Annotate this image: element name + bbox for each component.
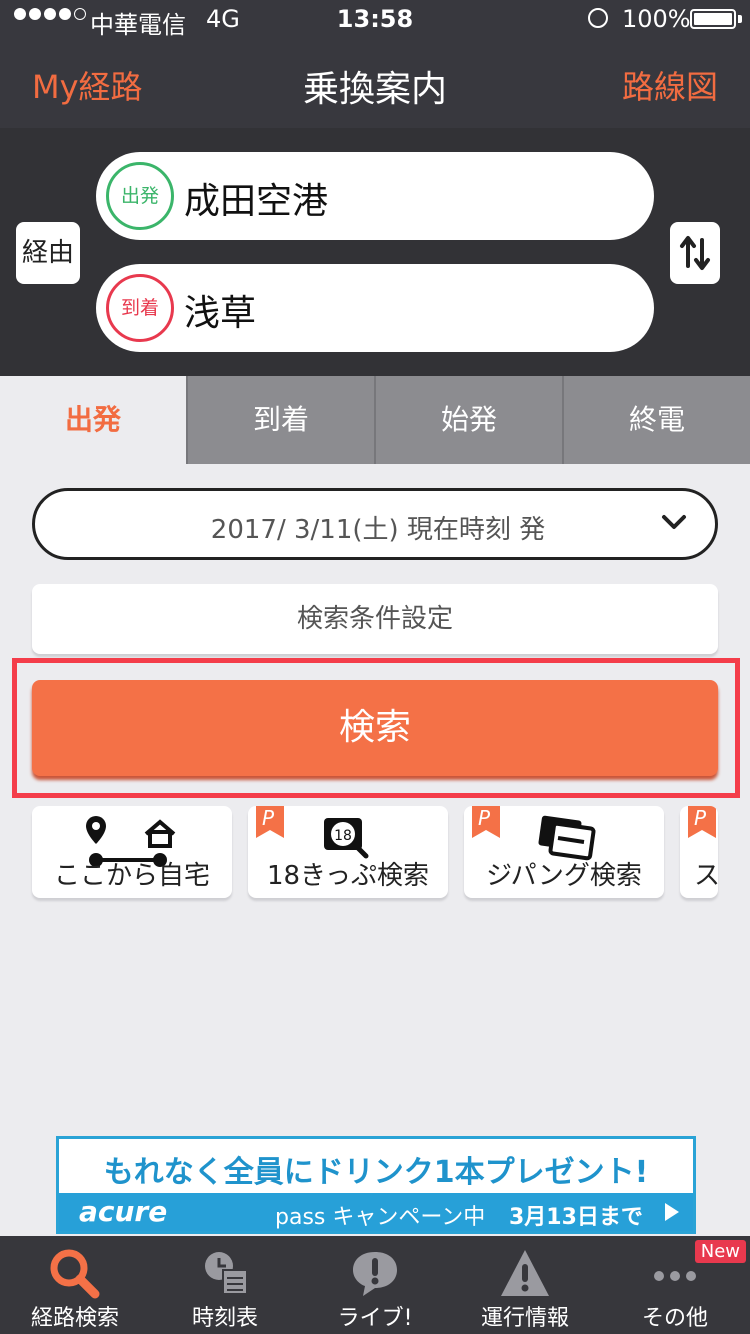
search-icon: [50, 1249, 100, 1299]
tab-label: 運行情報: [480, 1306, 569, 1331]
shortcut-label: 18きっぷ検索: [266, 861, 430, 891]
bottom-tab-bar: 経路検索 時刻表 ライブ! 運行情報 New その他: [0, 1236, 750, 1334]
arrival-station-name: 浅草: [184, 293, 257, 334]
timetable-icon: [205, 1252, 248, 1295]
premium-mark: P: [262, 806, 275, 830]
shortcut-label: ジパング検索: [486, 861, 642, 891]
tab-label: その他: [641, 1306, 708, 1331]
ad-date: 3月13日まで: [509, 1205, 643, 1230]
play-arrow-icon: [665, 1203, 679, 1221]
ad-campaign: pass キャンペーン中: [275, 1205, 486, 1230]
tab-first-train[interactable]: 始発: [374, 376, 562, 464]
departure-badge: 出発: [106, 162, 174, 230]
tab-service-info[interactable]: 運行情報: [450, 1236, 600, 1334]
ad-banner[interactable]: もれなく全員にドリンク1本プレゼント! acure pass キャンペーン中 3…: [56, 1136, 696, 1234]
via-button[interactable]: 経由: [16, 222, 80, 284]
status-bar: 中華電信 4G 13:58 100%: [0, 0, 750, 40]
swap-stations-button[interactable]: [670, 222, 720, 284]
tab-departure[interactable]: 出発: [0, 376, 186, 464]
navigation-bar: My経路 乗換案内 路線図: [0, 40, 750, 128]
search-mode-tabs: 出発 到着 始発 終電: [0, 376, 750, 464]
arrival-station-field[interactable]: 到着 浅草: [96, 264, 654, 352]
ad-brand-logo: acure: [79, 1195, 168, 1228]
tab-label: 時刻表: [191, 1306, 258, 1331]
route-map-button[interactable]: 路線図: [622, 62, 718, 108]
shortcut-route-home[interactable]: ここから自宅: [32, 806, 232, 898]
battery-icon: [690, 9, 736, 29]
shortcut-zipangu-search[interactable]: P ジパング検索: [464, 806, 664, 898]
new-badge: New: [694, 1240, 746, 1263]
date-time-value: 2017/ 3/11(土) 現在時刻 発: [210, 515, 546, 545]
date-time-selector[interactable]: 2017/ 3/11(土) 現在時刻 発: [32, 488, 718, 560]
battery-percent: 100%: [622, 5, 691, 33]
shortcut-18-ticket-search[interactable]: P 18 18きっぷ検索: [248, 806, 448, 898]
arrival-badge: 到着: [106, 274, 174, 342]
svg-text:18: 18: [334, 828, 352, 844]
tab-more[interactable]: New その他: [600, 1236, 750, 1334]
station-panel: 経由 出発 成田空港 到着 浅草: [0, 128, 750, 376]
search-conditions-button[interactable]: 検索条件設定: [32, 584, 718, 654]
premium-mark: P: [694, 806, 707, 830]
rotation-lock-icon: [588, 8, 608, 28]
warning-icon: [501, 1250, 549, 1296]
live-icon: [353, 1252, 397, 1296]
premium-mark: P: [478, 806, 491, 830]
tab-label: 経路検索: [30, 1306, 119, 1331]
tab-label: ライブ!: [337, 1306, 413, 1331]
search-button[interactable]: 検索: [32, 680, 718, 776]
ad-headline: もれなく全員にドリンク1本プレゼント!: [103, 1155, 649, 1190]
shortcut-label: ここから自宅: [53, 861, 210, 891]
tab-last-train[interactable]: 終電: [562, 376, 750, 464]
tab-arrival[interactable]: 到着: [186, 376, 374, 464]
shortcut-label: ス: [694, 861, 718, 891]
tab-live[interactable]: ライブ!: [300, 1236, 450, 1334]
departure-station-name: 成田空港: [184, 181, 329, 222]
tab-timetable[interactable]: 時刻表: [150, 1236, 300, 1334]
shortcut-more[interactable]: P ス: [680, 806, 718, 898]
departure-station-field[interactable]: 出発 成田空港: [96, 152, 654, 240]
swap-icon: [680, 236, 710, 270]
chevron-down-icon: [662, 515, 686, 529]
tab-route-search[interactable]: 経路検索: [0, 1236, 150, 1334]
